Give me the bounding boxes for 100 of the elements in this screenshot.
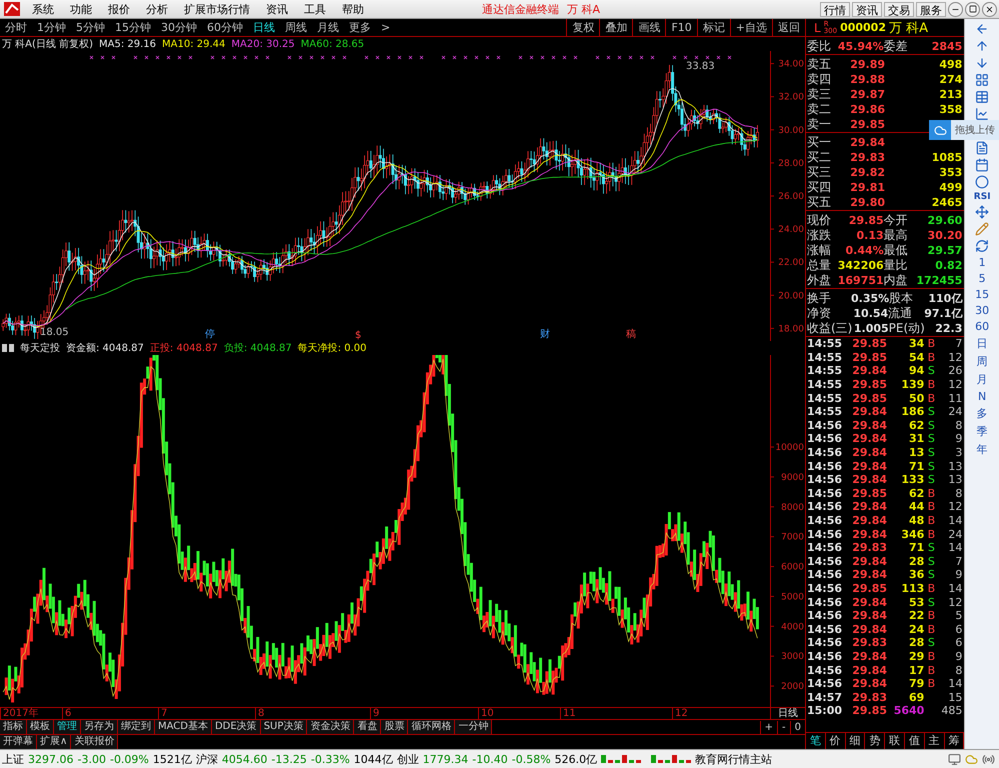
period-button[interactable]: 1 (978, 256, 986, 269)
indicator-tab[interactable]: MACD基本 (155, 720, 212, 734)
indicator-tab[interactable]: 循环网格 (408, 720, 456, 734)
order-level-label: 卖三 (807, 86, 832, 103)
table-icon[interactable] (975, 90, 990, 104)
event-marker[interactable]: 稿 (626, 327, 636, 341)
tick-volume: 62 (908, 486, 924, 500)
chart-tool-button[interactable]: 复权 (566, 19, 600, 36)
period-tab[interactable]: 30分钟 (156, 20, 202, 35)
rsi-button[interactable]: RSI (974, 192, 991, 202)
indicator-tab[interactable]: SUP决策 (260, 720, 308, 734)
period-tab[interactable]: 15分钟 (110, 20, 156, 35)
tick-time: 14:56 (807, 554, 844, 568)
title-button[interactable]: 行情 (820, 2, 850, 16)
indicator-tab[interactable]: 绑定到 (118, 720, 155, 734)
menu-item[interactable]: 资讯 (258, 2, 296, 16)
title-button[interactable]: 资讯 (852, 2, 882, 16)
period-tab[interactable]: 日线 (248, 20, 280, 35)
tick-price: 29.84 (851, 528, 887, 541)
period-tab[interactable]: 分时 (0, 20, 32, 35)
period-tab[interactable]: > (376, 21, 396, 34)
menu-item[interactable]: 工具 (296, 2, 334, 16)
tick-volume: 69 (908, 690, 924, 704)
tick-time: 14:56 (807, 677, 844, 690)
period-tab[interactable]: 1分钟 (32, 20, 71, 35)
period-tab[interactable]: 周线 (280, 20, 312, 35)
period-button[interactable]: 5 (978, 272, 986, 285)
menu-item[interactable]: 分析 (138, 2, 176, 16)
document-icon[interactable] (975, 141, 990, 155)
title-button[interactable]: 交易 (884, 2, 914, 16)
upload-button[interactable]: 拖拽上传 (929, 120, 999, 140)
line-chart-icon[interactable] (975, 107, 990, 121)
period-button[interactable]: 15 (975, 288, 990, 301)
period-button[interactable]: 30 (975, 304, 990, 317)
indicator-tab[interactable]: 一分钟 (455, 720, 492, 734)
restore-button[interactable] (965, 2, 980, 16)
down-arrow-icon[interactable] (975, 56, 990, 70)
minimize-button[interactable] (948, 2, 963, 16)
indicator-tab[interactable]: 看盘 (354, 720, 382, 734)
up-arrow-icon[interactable] (975, 39, 990, 53)
chart-tool-button[interactable]: 画线 (632, 19, 666, 36)
tick-side: S (926, 568, 936, 582)
menu-item[interactable]: 系统 (24, 2, 62, 16)
move-icon[interactable] (975, 205, 990, 219)
chart-tool-button[interactable]: 标记 (696, 19, 730, 36)
event-marker[interactable]: 停 (205, 327, 215, 341)
indicator-tab[interactable]: 资金决策 (307, 720, 354, 734)
calendar-icon[interactable] (975, 158, 990, 172)
tick-volume: 133 (900, 473, 924, 486)
period-button[interactable]: 月 (976, 372, 988, 387)
order-price: 29.88 (849, 73, 885, 86)
period-button[interactable]: N (978, 390, 986, 403)
period-button[interactable]: 季 (976, 424, 988, 439)
y-tick-label: 30.00 (778, 126, 804, 136)
period-button[interactable]: 多 (976, 406, 988, 421)
tick-side: S (926, 432, 936, 446)
order-level-label: 买四 (807, 179, 832, 196)
tick-time: 14:56 (807, 514, 844, 528)
menu-item[interactable]: 报价 (100, 2, 138, 16)
indicator-tab[interactable]: 另存为 (81, 720, 118, 734)
period-button[interactable]: 60 (975, 320, 990, 333)
tick-count: 12 (947, 378, 962, 392)
quote-value: 22.3 (934, 322, 962, 335)
quote-value: 0.44% (844, 244, 884, 257)
extra-tab[interactable]: 扩展∧ (37, 735, 72, 749)
event-marker[interactable]: 财 (540, 327, 550, 341)
period-button[interactable]: 日 (976, 336, 988, 351)
tick-side: S (926, 446, 936, 460)
chart-tool-button[interactable]: 返回 (772, 19, 805, 36)
chart-tool-button[interactable]: F10 (665, 19, 697, 36)
period-button[interactable]: 年 (976, 442, 988, 457)
tick-count: 7 (954, 337, 962, 350)
menu-item[interactable]: 扩展市场行情 (176, 2, 258, 16)
title-button[interactable]: 服务 (916, 2, 946, 16)
tick-volume: 17 (908, 664, 924, 677)
period-tab[interactable]: 5分钟 (71, 20, 110, 35)
pencil-icon[interactable] (975, 222, 990, 236)
indicator-tab[interactable]: 指标 (0, 720, 27, 734)
circle-icon[interactable] (975, 175, 990, 189)
indicator-tab[interactable]: 模板 (27, 720, 54, 734)
period-tab[interactable]: 更多 (344, 20, 376, 35)
quote-label: 收益(三) (807, 320, 851, 337)
indicator-tab[interactable]: 管理 (54, 720, 81, 734)
menu-item[interactable]: 帮助 (334, 2, 372, 16)
close-button[interactable] (982, 2, 997, 16)
grid-icon[interactable] (975, 73, 990, 87)
menu-item[interactable]: 功能 (62, 2, 100, 16)
period-tab[interactable]: 月线 (312, 20, 344, 35)
period-tab[interactable]: 60分钟 (202, 20, 248, 35)
chart-tool-button[interactable]: +自选 (730, 19, 772, 36)
indicator-tab[interactable]: DDE决策 (212, 720, 261, 734)
indicator-tab[interactable]: 股票 (381, 720, 408, 734)
event-marker[interactable]: $ (355, 330, 362, 341)
tick-price: 29.85 (851, 704, 887, 718)
refresh-icon[interactable] (975, 239, 990, 253)
extra-tab[interactable]: 开弹幕 (0, 735, 37, 749)
chart-tool-button[interactable]: 叠加 (599, 19, 632, 36)
period-button[interactable]: 周 (976, 354, 988, 369)
extra-tab[interactable]: 关联报价 (71, 735, 118, 749)
ma-legend: MA5: 29.16 (99, 38, 156, 50)
